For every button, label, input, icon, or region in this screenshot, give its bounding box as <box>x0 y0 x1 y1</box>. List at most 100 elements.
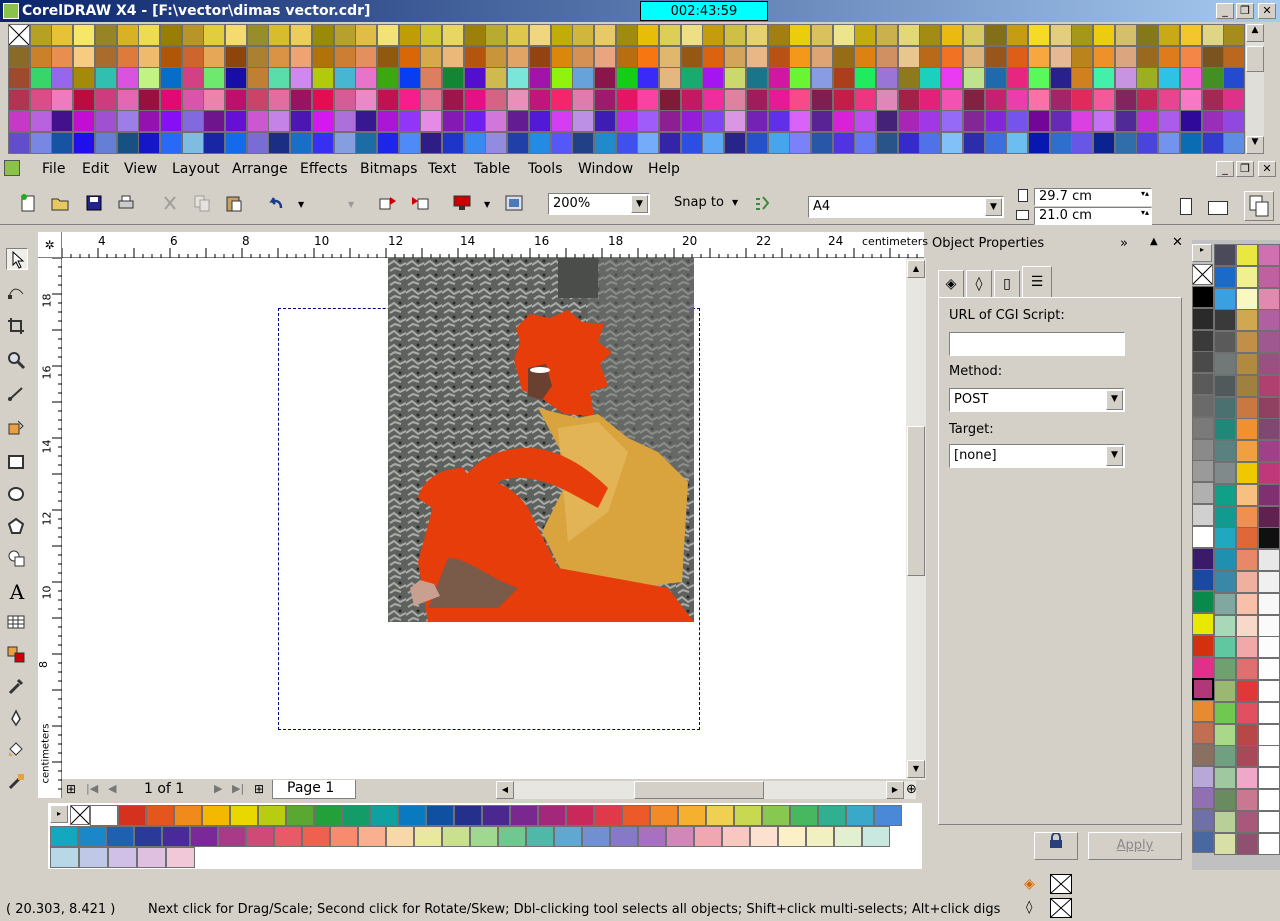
color-swatch[interactable] <box>311 110 334 133</box>
color-swatch[interactable] <box>1214 832 1236 855</box>
color-swatch[interactable] <box>1158 45 1181 68</box>
color-swatch[interactable] <box>268 67 291 90</box>
color-swatch[interactable] <box>8 88 30 111</box>
color-swatch[interactable] <box>762 805 790 826</box>
fill-tool-icon[interactable] <box>6 740 28 762</box>
color-swatch[interactable] <box>246 67 269 90</box>
color-swatch[interactable] <box>138 110 161 133</box>
color-swatch[interactable] <box>442 826 470 847</box>
color-swatch[interactable] <box>1136 45 1159 68</box>
menu-file[interactable]: File <box>42 161 65 177</box>
interactive-blend-tool-icon[interactable] <box>6 644 28 666</box>
color-swatch[interactable] <box>846 805 874 826</box>
color-swatch[interactable] <box>637 45 660 68</box>
drawing-canvas[interactable] <box>62 258 906 779</box>
color-swatch[interactable] <box>962 110 985 133</box>
vertical-ruler[interactable]: 18 16 14 12 10 8 centimeters <box>37 258 62 798</box>
color-swatch[interactable] <box>302 826 330 847</box>
color-swatch[interactable] <box>876 67 898 90</box>
color-swatch[interactable] <box>638 826 666 847</box>
color-swatch[interactable] <box>1071 67 1094 90</box>
color-swatch[interactable] <box>1027 88 1050 111</box>
color-swatch[interactable] <box>162 826 190 847</box>
color-swatch[interactable] <box>1236 418 1258 441</box>
color-swatch[interactable] <box>767 67 790 90</box>
color-swatch[interactable] <box>442 132 464 154</box>
no-color-swatch[interactable] <box>8 24 30 46</box>
color-swatch[interactable] <box>116 45 139 68</box>
close-button[interactable]: ✕ <box>1258 3 1276 19</box>
color-swatch[interactable] <box>1071 88 1094 111</box>
zoom-level-select[interactable]: 200% ▼ <box>548 193 650 215</box>
color-swatch[interactable] <box>174 805 202 826</box>
snap-to-button[interactable]: Snap to <box>674 195 724 210</box>
color-swatch[interactable] <box>1192 351 1214 374</box>
color-swatch[interactable] <box>854 110 877 133</box>
color-swatch[interactable] <box>370 805 398 826</box>
palette-flyout-icon[interactable]: ▸ <box>1192 244 1212 262</box>
fill-none-swatch[interactable] <box>1050 874 1072 894</box>
color-swatch[interactable] <box>722 826 750 847</box>
color-swatch[interactable] <box>246 88 269 111</box>
color-swatch[interactable] <box>572 45 595 68</box>
color-swatch[interactable] <box>1258 745 1280 768</box>
color-swatch[interactable] <box>1136 67 1159 90</box>
menu-arrange[interactable]: Arrange <box>232 161 288 177</box>
canvas-horizontal-scrollbar[interactable]: ◀ ▶ <box>496 781 916 799</box>
color-swatch[interactable] <box>962 67 985 90</box>
color-swatch[interactable] <box>1258 767 1280 790</box>
color-swatch[interactable] <box>1114 110 1137 133</box>
color-swatch[interactable] <box>941 24 964 46</box>
color-swatch[interactable] <box>454 805 482 826</box>
welcome-screen-icon[interactable] <box>504 193 526 215</box>
table-tool-icon[interactable] <box>6 612 28 634</box>
color-swatch[interactable] <box>1006 24 1029 46</box>
minimize-button[interactable]: _ <box>1216 3 1234 19</box>
color-swatch[interactable] <box>333 132 356 154</box>
color-swatch[interactable] <box>778 826 806 847</box>
color-swatch[interactable] <box>463 24 486 46</box>
color-swatch[interactable] <box>79 847 108 868</box>
color-swatch[interactable] <box>376 24 399 46</box>
color-swatch[interactable] <box>29 67 52 90</box>
color-swatch[interactable] <box>268 110 291 133</box>
general-tab-icon[interactable]: ▯ <box>994 270 1020 298</box>
color-swatch[interactable] <box>1214 374 1236 397</box>
color-swatch[interactable] <box>1192 373 1214 396</box>
color-swatch[interactable] <box>1236 483 1258 506</box>
color-swatch[interactable] <box>1258 418 1280 441</box>
color-swatch[interactable] <box>246 132 269 154</box>
color-swatch[interactable] <box>1214 571 1236 593</box>
color-swatch[interactable] <box>94 45 117 68</box>
color-swatch[interactable] <box>1258 527 1280 550</box>
color-swatch[interactable] <box>116 110 139 133</box>
color-swatch[interactable] <box>268 132 291 154</box>
print-icon[interactable] <box>116 193 138 215</box>
color-swatch[interactable] <box>311 132 334 154</box>
color-swatch[interactable] <box>1258 265 1280 288</box>
color-swatch[interactable] <box>767 88 790 111</box>
color-swatch[interactable] <box>138 67 161 90</box>
color-swatch[interactable] <box>311 45 334 68</box>
color-swatch[interactable] <box>810 24 833 46</box>
scroll-up-arrow-icon[interactable]: ▲ <box>907 260 925 278</box>
color-swatch[interactable] <box>1236 549 1258 572</box>
color-swatch[interactable] <box>702 45 725 68</box>
color-swatch[interactable] <box>355 67 378 90</box>
menu-bitmaps[interactable]: Bitmaps <box>360 161 417 177</box>
color-swatch[interactable] <box>73 67 96 90</box>
color-swatch[interactable] <box>1214 265 1236 288</box>
color-swatch[interactable] <box>1223 67 1246 90</box>
collapse-docker-icon[interactable]: ▲ <box>1150 236 1158 247</box>
color-swatch[interactable] <box>510 805 538 826</box>
color-swatch[interactable] <box>1258 789 1280 811</box>
color-swatch[interactable] <box>268 24 291 46</box>
internet-tab-icon[interactable]: ☰ <box>1022 266 1052 298</box>
color-swatch[interactable] <box>1093 45 1115 68</box>
color-swatch[interactable] <box>876 132 898 154</box>
color-swatch[interactable] <box>854 45 877 68</box>
color-swatch[interactable] <box>832 110 855 133</box>
height-spinner-icon[interactable]: ▾▴ <box>1141 208 1149 217</box>
color-swatch[interactable] <box>159 45 182 68</box>
palette-scrollbar[interactable]: ▲ ▼ <box>1246 24 1264 154</box>
